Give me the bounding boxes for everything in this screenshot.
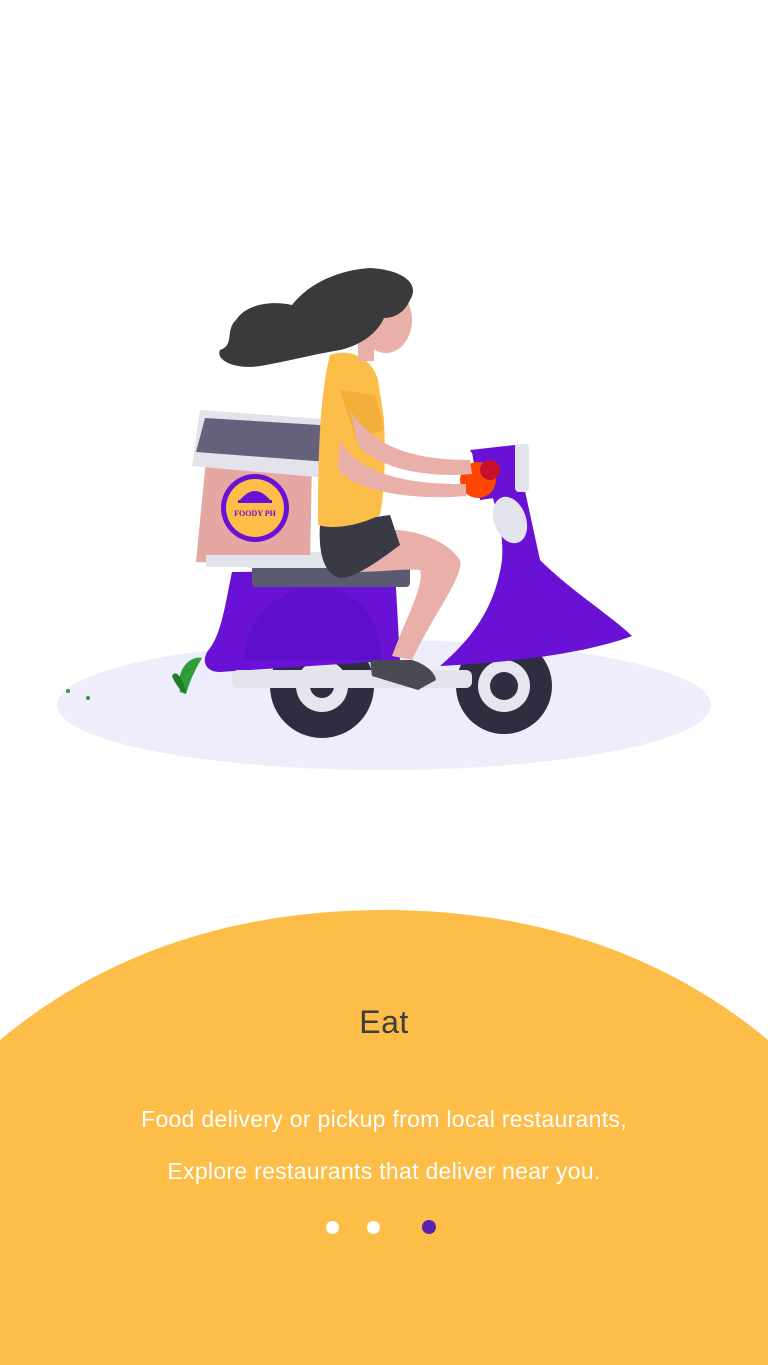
scooter-footboard — [232, 670, 472, 688]
svg-text:FOODY PH: FOODY PH — [234, 509, 276, 518]
page-dot-1[interactable] — [326, 1221, 339, 1234]
onboarding-description-line1: Food delivery or pickup from local resta… — [141, 1106, 627, 1132]
page-dot-2[interactable] — [367, 1221, 380, 1234]
page-indicator — [0, 1220, 768, 1236]
onboarding-title: Eat — [359, 1004, 409, 1040]
page-dot-3-active[interactable] — [422, 1220, 436, 1234]
foody-logo: FOODY PH — [221, 474, 289, 542]
delivery-illustration: FOODY PH — [57, 268, 711, 770]
onboarding-description-line2: Explore restaurants that deliver near yo… — [167, 1158, 601, 1184]
